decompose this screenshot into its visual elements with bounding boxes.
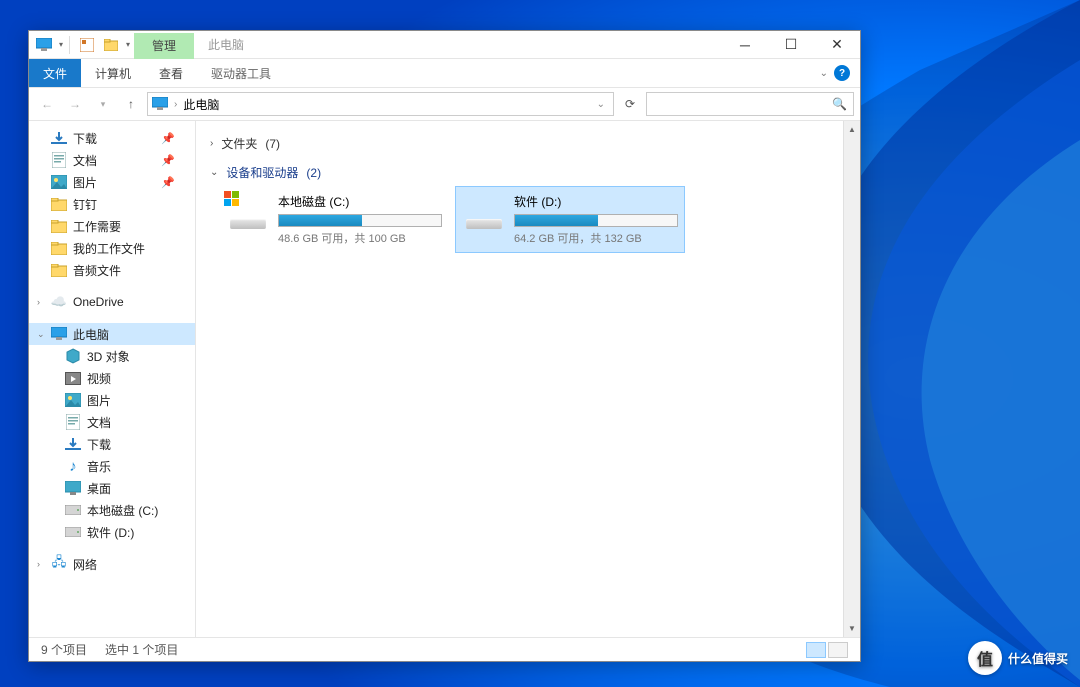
nav-up[interactable]: ↑ [119, 92, 143, 116]
address-bar: ← → ▾ ↑ › 此电脑 ⌄ ⟳ 🔍 [29, 87, 860, 121]
scrollbar[interactable]: ▲ ▼ [843, 121, 860, 637]
sidebar-onedrive[interactable]: ›☁️OneDrive [29, 291, 195, 313]
drive-icon [65, 502, 81, 518]
window-title: 此电脑 [194, 36, 258, 53]
drive-capacity-bar [514, 214, 678, 227]
watermark: 值 什么值得买 [968, 641, 1068, 675]
drive-icon [65, 524, 81, 540]
sidebar-this-pc[interactable]: ⌄此电脑 [29, 323, 195, 345]
navigation-pane[interactable]: 下载📌文档📌图片📌钉钉工作需要我的工作文件音频文件 ›☁️OneDrive ⌄此… [29, 121, 196, 637]
address-box[interactable]: › 此电脑 ⌄ [147, 92, 614, 116]
folder-icon [51, 240, 67, 256]
scroll-up[interactable]: ▲ [844, 121, 860, 138]
group-devices[interactable]: ⌄ 设备和驱动器 (2) [210, 158, 829, 187]
file-explorer-window: ▾ ▾ 管理 此电脑 ─ ☐ ✕ 文件 计算机 查看 驱动器工具 ⌄ ? ← →… [28, 30, 861, 662]
drive-capacity-bar [278, 214, 442, 227]
search-box[interactable]: 🔍 [646, 92, 854, 116]
chevron-right-icon[interactable]: › [170, 99, 181, 110]
tab-computer[interactable]: 计算机 [81, 59, 145, 87]
watermark-badge: 值 [968, 641, 1002, 675]
qat-dropdown[interactable]: ▾ [59, 40, 63, 49]
status-selection: 选中 1 个项目 [105, 641, 178, 658]
sidebar-pc-item[interactable]: 软件 (D:) [29, 521, 195, 543]
drive-icon [462, 193, 506, 231]
status-bar: 9 个项目 选中 1 个项目 [29, 637, 860, 661]
sidebar-quick-item[interactable]: 钉钉 [29, 193, 195, 215]
pin-icon: 📌 [161, 132, 175, 145]
scroll-down[interactable]: ▼ [844, 620, 860, 637]
3d-icon [65, 348, 81, 364]
download-icon [65, 436, 81, 452]
sidebar-quick-item[interactable]: 下载📌 [29, 127, 195, 149]
pin-icon: 📌 [161, 176, 175, 189]
chevron-right-icon: › [210, 138, 213, 149]
sidebar-pc-item[interactable]: 3D 对象 [29, 345, 195, 367]
qat-new-folder[interactable] [100, 34, 122, 56]
nav-forward[interactable]: → [63, 92, 87, 116]
sidebar-pc-item[interactable]: 图片 [29, 389, 195, 411]
ribbon-tabs: 文件 计算机 查看 驱动器工具 ⌄ ? [29, 59, 860, 87]
title-bar[interactable]: ▾ ▾ 管理 此电脑 ─ ☐ ✕ [29, 31, 860, 59]
music-icon: ♪ [65, 458, 81, 474]
sidebar-pc-item[interactable]: 下载 [29, 433, 195, 455]
close-button[interactable]: ✕ [814, 31, 860, 58]
ribbon-expand-icon[interactable]: ⌄ [820, 68, 828, 79]
address-dropdown[interactable]: ⌄ [593, 99, 609, 110]
drive-stats: 64.2 GB 可用，共 132 GB [514, 230, 678, 246]
folder-icon [51, 262, 67, 278]
pic-icon [51, 174, 67, 190]
sidebar-pc-item[interactable]: 视频 [29, 367, 195, 389]
search-icon: 🔍 [832, 97, 847, 111]
drive-icon [226, 193, 270, 231]
doc-icon [51, 152, 67, 168]
doc-icon [65, 414, 81, 430]
sidebar-quick-item[interactable]: 我的工作文件 [29, 237, 195, 259]
drive-item[interactable]: 软件 (D:) 64.2 GB 可用，共 132 GB [456, 187, 684, 252]
tab-view[interactable]: 查看 [145, 59, 197, 87]
desktop-icon [65, 480, 81, 496]
pc-icon [152, 96, 168, 112]
search-input[interactable] [653, 97, 832, 111]
sidebar-quick-item[interactable]: 工作需要 [29, 215, 195, 237]
tab-file[interactable]: 文件 [29, 59, 81, 87]
nav-back[interactable]: ← [35, 92, 59, 116]
drive-name: 本地磁盘 (C:) [278, 193, 442, 210]
refresh-button[interactable]: ⟳ [618, 92, 642, 116]
sidebar-network[interactable]: ›🖧网络 [29, 553, 195, 575]
sidebar-pc-item[interactable]: ♪音乐 [29, 455, 195, 477]
content-pane[interactable]: › 文件夹 (7) ⌄ 设备和驱动器 (2) 本地磁盘 (C:) 48.6 GB … [196, 121, 843, 637]
qat-customize[interactable]: ▾ [126, 40, 130, 49]
folder-icon [51, 196, 67, 212]
system-icon[interactable] [33, 34, 55, 56]
maximize-button[interactable]: ☐ [768, 31, 814, 58]
contextual-tab-manage[interactable]: 管理 [134, 33, 194, 59]
breadcrumb[interactable]: 此电脑 [183, 96, 219, 113]
help-icon[interactable]: ? [834, 65, 850, 81]
group-folders[interactable]: › 文件夹 (7) [210, 129, 829, 158]
status-count: 9 个项目 [41, 641, 87, 658]
folder-icon [51, 218, 67, 234]
download-icon [51, 130, 67, 146]
minimize-button[interactable]: ─ [722, 31, 768, 58]
chevron-down-icon: ⌄ [210, 167, 218, 178]
sidebar-quick-item[interactable]: 文档📌 [29, 149, 195, 171]
pin-icon: 📌 [161, 154, 175, 167]
sidebar-pc-item[interactable]: 文档 [29, 411, 195, 433]
sidebar-pc-item[interactable]: 本地磁盘 (C:) [29, 499, 195, 521]
video-icon [65, 370, 81, 386]
sidebar-pc-item[interactable]: 桌面 [29, 477, 195, 499]
drive-item[interactable]: 本地磁盘 (C:) 48.6 GB 可用，共 100 GB [220, 187, 448, 252]
drive-name: 软件 (D:) [514, 193, 678, 210]
pic-icon [65, 392, 81, 408]
tab-drive-tools[interactable]: 驱动器工具 [197, 59, 285, 87]
drive-stats: 48.6 GB 可用，共 100 GB [278, 230, 442, 246]
view-details[interactable] [806, 642, 826, 658]
sidebar-quick-item[interactable]: 图片📌 [29, 171, 195, 193]
qat-properties[interactable] [76, 34, 98, 56]
nav-recent[interactable]: ▾ [91, 92, 115, 116]
sidebar-quick-item[interactable]: 音频文件 [29, 259, 195, 281]
view-large[interactable] [828, 642, 848, 658]
